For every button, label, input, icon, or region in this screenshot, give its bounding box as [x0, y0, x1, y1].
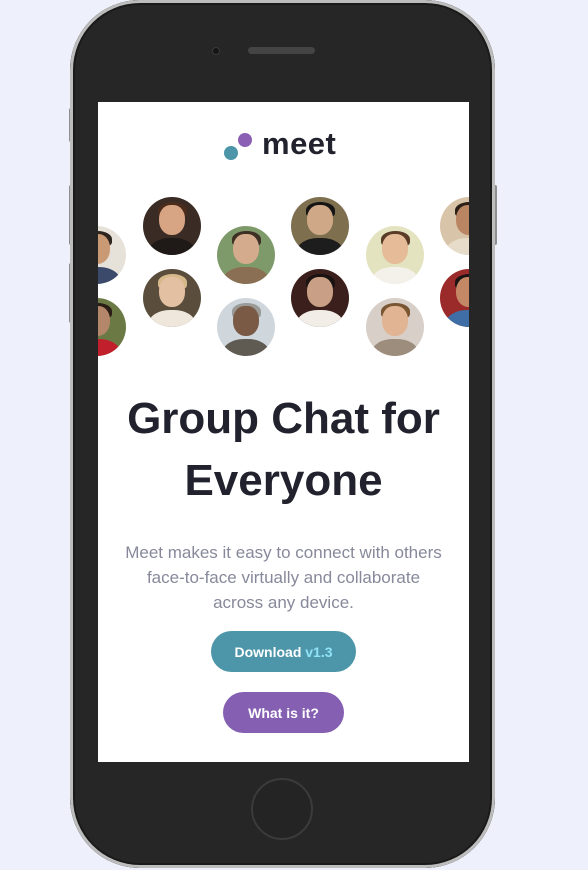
- app-screen: meet Group Chat for Everyone Meet makes …: [98, 102, 469, 762]
- what-is-it-button-label: What is it?: [248, 704, 319, 721]
- avatar: [98, 298, 126, 356]
- what-is-it-button[interactable]: What is it?: [223, 692, 344, 733]
- avatar: [98, 226, 126, 284]
- avatar: [291, 197, 349, 255]
- logo-dot-purple-icon: [238, 133, 252, 147]
- download-button[interactable]: Download v1.3: [211, 631, 356, 672]
- avatar: [366, 226, 424, 284]
- avatar: [440, 197, 469, 255]
- avatar: [366, 298, 424, 356]
- home-button[interactable]: [251, 778, 313, 840]
- page-title: Group Chat for Everyone: [98, 388, 469, 512]
- download-button-label: Download: [234, 643, 306, 660]
- speaker-grille: [248, 47, 315, 54]
- logo-dot-teal-icon: [224, 146, 238, 160]
- description-line-2: face-to-face virtually and collaborate: [146, 568, 421, 587]
- description-line-1: Meet makes it easy to connect with other…: [125, 543, 442, 562]
- description: Meet makes it easy to connect with other…: [108, 540, 459, 615]
- camera-icon: [213, 48, 219, 54]
- logo[interactable]: meet: [224, 126, 344, 164]
- avatar: [143, 269, 201, 327]
- page-title-line-1: Group Chat for: [127, 394, 440, 443]
- logo-text: meet: [262, 126, 337, 161]
- avatar: [440, 269, 469, 327]
- avatar: [217, 298, 275, 356]
- avatar: [217, 226, 275, 284]
- avatar: [143, 197, 201, 255]
- download-version: v1.3: [305, 643, 333, 660]
- page-title-line-2: Everyone: [184, 456, 383, 505]
- description-line-3: across any device.: [213, 593, 354, 612]
- avatar: [291, 269, 349, 327]
